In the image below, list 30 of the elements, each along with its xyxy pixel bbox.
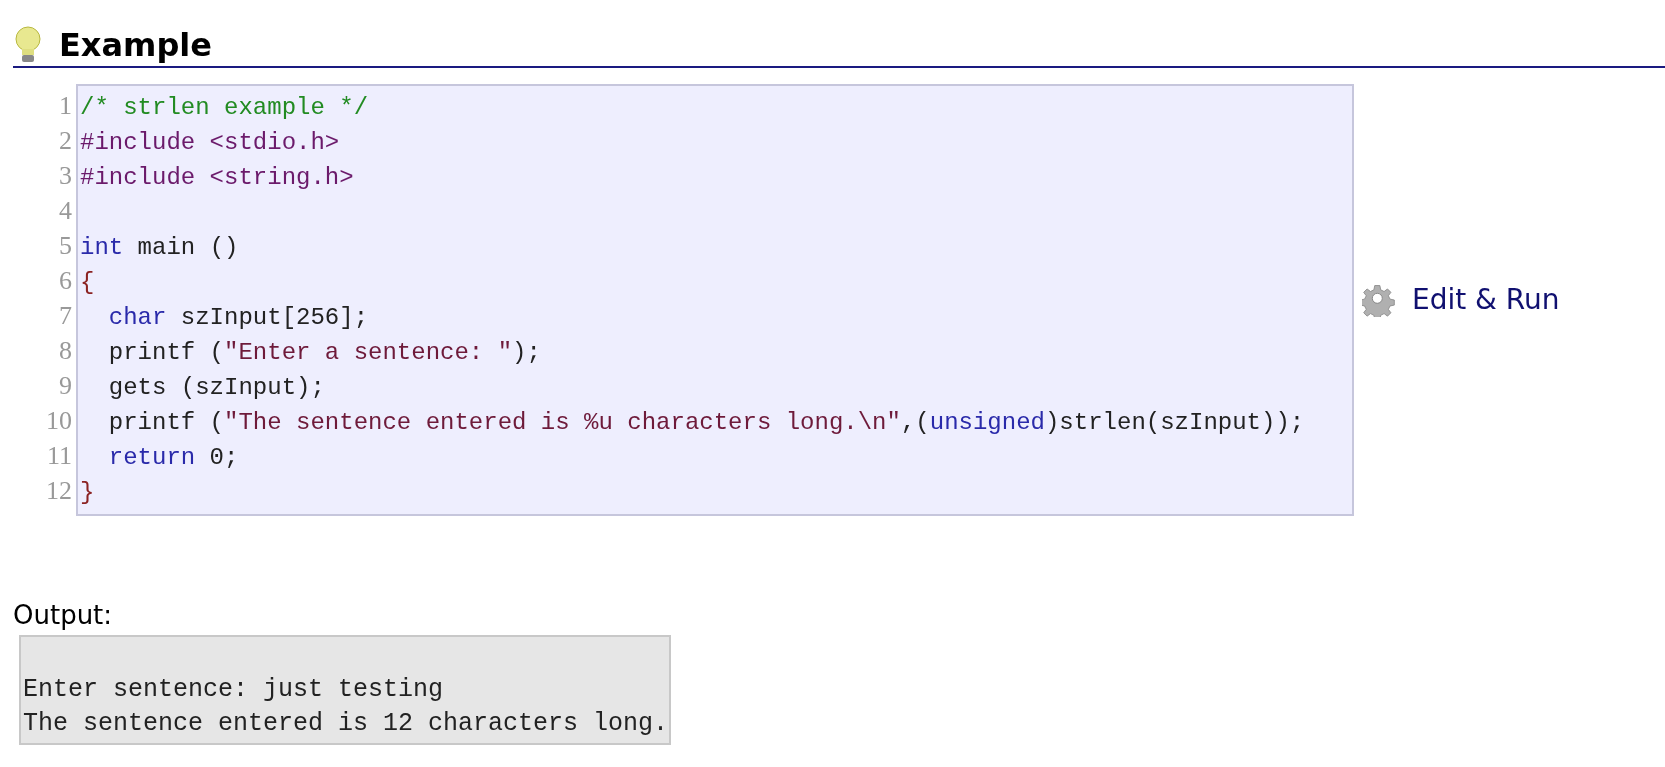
line-number: 3	[58, 160, 72, 193]
line-number: 12	[45, 475, 72, 508]
code-line: printf ("The sentence entered is %u characters long.\n",(unsigned)strlen(szInput));	[108, 409, 1305, 437]
code-line: }	[80, 479, 95, 507]
code-line: gets (szInput);	[108, 374, 325, 402]
output-label: Output:	[13, 599, 114, 633]
line-number: 2	[58, 125, 72, 158]
line-number: 11	[45, 440, 72, 473]
line-number: 9	[58, 370, 72, 403]
line-number: 1	[58, 90, 72, 123]
code-line: char szInput[256];	[108, 304, 369, 332]
line-number: 7	[58, 300, 72, 333]
section-title: Example	[59, 26, 212, 65]
code-line: #include <stdio.h>	[80, 129, 340, 157]
code-line: int main ()	[80, 234, 239, 262]
gear-icon	[1362, 283, 1396, 318]
line-number: 4	[58, 195, 72, 228]
code-line: /* strlen example */	[80, 94, 369, 122]
line-number: 6	[58, 265, 72, 298]
code-line: return 0;	[108, 444, 239, 472]
code-line: {	[80, 269, 95, 297]
code-line: printf ("Enter a sentence: ");	[108, 339, 541, 367]
edit-run-link[interactable]: Edit & Run	[1412, 279, 1560, 322]
lightbulb-icon	[13, 26, 43, 65]
line-number: 10	[45, 405, 72, 438]
line-number: 8	[58, 335, 72, 368]
code-line: #include <string.h>	[80, 164, 354, 192]
output-line: Enter sentence: just testing	[23, 675, 444, 705]
line-number: 5	[58, 230, 72, 263]
output-line: The sentence entered is 12 characters long.	[23, 709, 669, 739]
